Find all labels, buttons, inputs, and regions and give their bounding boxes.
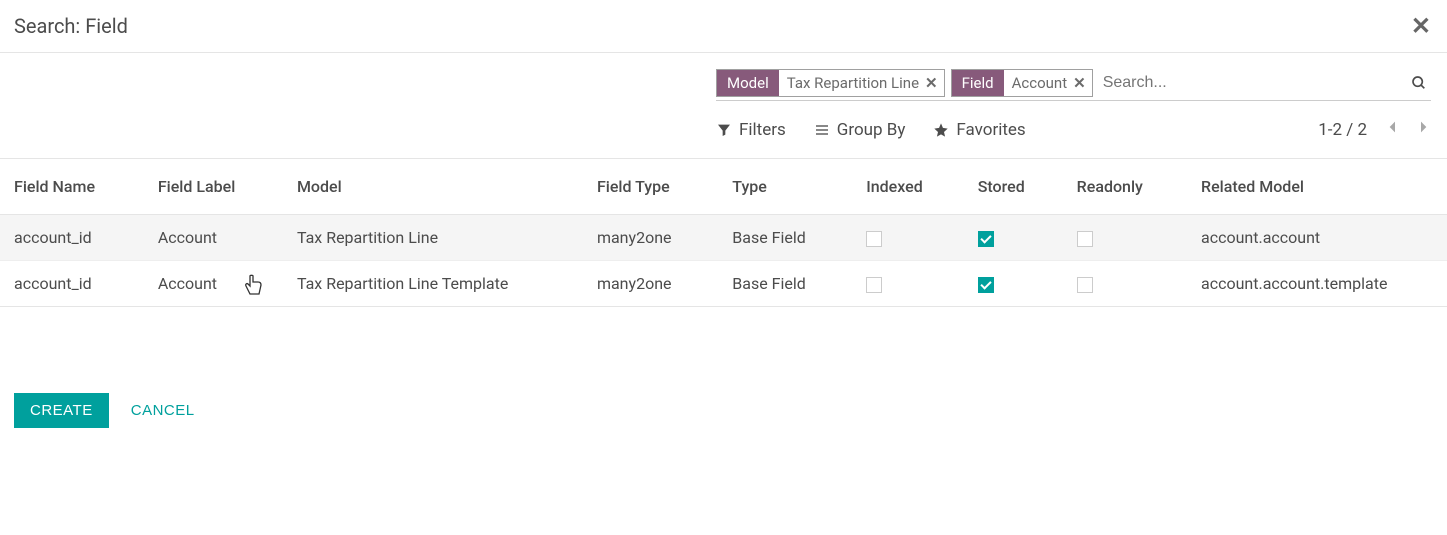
col-related-model[interactable]: Related Model xyxy=(1187,159,1447,215)
checkbox-icon xyxy=(866,277,882,293)
pager-text: 1-2 / 2 xyxy=(1318,120,1367,140)
search-facets[interactable]: Model Tax Repartition Line ✕ Field Accou… xyxy=(716,69,1431,101)
cell-stored xyxy=(964,215,1063,261)
cell-field-type: many2one xyxy=(583,215,718,261)
list-icon xyxy=(814,122,830,138)
star-icon xyxy=(933,122,949,138)
filters-button[interactable]: Filters xyxy=(716,120,786,140)
table-row[interactable]: account_idAccountTax Repartition Lineman… xyxy=(0,215,1447,261)
col-indexed[interactable]: Indexed xyxy=(852,159,963,215)
close-icon[interactable]: ✕ xyxy=(1411,14,1431,38)
cell-indexed xyxy=(852,261,963,307)
table-row[interactable]: account_idAccountTax Repartition Line Te… xyxy=(0,261,1447,307)
searchbar: Model Tax Repartition Line ✕ Field Accou… xyxy=(0,53,1447,107)
facet-label: Field xyxy=(952,70,1004,96)
cell-type: Base Field xyxy=(718,215,852,261)
pager-next-icon[interactable] xyxy=(1415,119,1431,140)
pager: 1-2 / 2 xyxy=(1318,119,1431,140)
facet-value: Tax Repartition Line ✕ xyxy=(779,70,944,96)
facet-model: Model Tax Repartition Line ✕ xyxy=(716,69,945,97)
facet-field: Field Account ✕ xyxy=(951,69,1093,97)
facet-text: Tax Repartition Line xyxy=(787,74,919,92)
modal-footer: CREATE CANCEL xyxy=(0,377,1447,444)
col-field-type[interactable]: Field Type xyxy=(583,159,718,215)
control-group: Filters Group By Favorites xyxy=(716,120,1026,140)
facet-remove-icon[interactable]: ✕ xyxy=(1073,74,1086,92)
cell-related-model: account.account xyxy=(1187,215,1447,261)
facet-text: Account xyxy=(1012,74,1068,92)
cell-model: Tax Repartition Line Template xyxy=(283,261,583,307)
groupby-button[interactable]: Group By xyxy=(814,120,906,140)
cell-field-label: Account xyxy=(144,261,283,307)
col-readonly[interactable]: Readonly xyxy=(1063,159,1187,215)
checkbox-icon xyxy=(978,231,994,247)
col-type[interactable]: Type xyxy=(718,159,852,215)
col-model[interactable]: Model xyxy=(283,159,583,215)
cell-field-name: account_id xyxy=(0,215,144,261)
groupby-label: Group By xyxy=(837,120,906,140)
cell-field-type: many2one xyxy=(583,261,718,307)
checkbox-icon xyxy=(866,231,882,247)
create-button[interactable]: CREATE xyxy=(14,393,109,428)
pager-prev-icon[interactable] xyxy=(1385,119,1401,140)
cancel-button[interactable]: CANCEL xyxy=(131,402,195,419)
checkbox-icon xyxy=(978,277,994,293)
cell-type: Base Field xyxy=(718,261,852,307)
cell-related-model: account.account.template xyxy=(1187,261,1447,307)
cell-field-name: account_id xyxy=(0,261,144,307)
cell-model: Tax Repartition Line xyxy=(283,215,583,261)
search-icon[interactable] xyxy=(1407,75,1431,91)
modal-title: Search: Field xyxy=(14,14,128,38)
cell-readonly xyxy=(1063,215,1187,261)
search-input[interactable] xyxy=(1099,72,1401,94)
filters-label: Filters xyxy=(739,120,786,140)
facet-value: Account ✕ xyxy=(1004,70,1092,96)
cell-stored xyxy=(964,261,1063,307)
table-header-row: Field Name Field Label Model Field Type … xyxy=(0,159,1447,215)
facet-label: Model xyxy=(717,70,779,96)
col-field-label[interactable]: Field Label xyxy=(144,159,283,215)
col-field-name[interactable]: Field Name xyxy=(0,159,144,215)
cell-readonly xyxy=(1063,261,1187,307)
funnel-icon xyxy=(716,122,732,138)
cell-indexed xyxy=(852,215,963,261)
checkbox-icon xyxy=(1077,231,1093,247)
cell-field-label: Account xyxy=(144,215,283,261)
results-table: Field Name Field Label Model Field Type … xyxy=(0,158,1447,307)
controlbar: Filters Group By Favorites 1-2 / 2 xyxy=(0,107,1447,158)
modal-header: Search: Field ✕ xyxy=(0,0,1447,53)
favorites-button[interactable]: Favorites xyxy=(933,120,1025,140)
facet-remove-icon[interactable]: ✕ xyxy=(925,74,938,92)
col-stored[interactable]: Stored xyxy=(964,159,1063,215)
favorites-label: Favorites xyxy=(956,120,1025,140)
checkbox-icon xyxy=(1077,277,1093,293)
